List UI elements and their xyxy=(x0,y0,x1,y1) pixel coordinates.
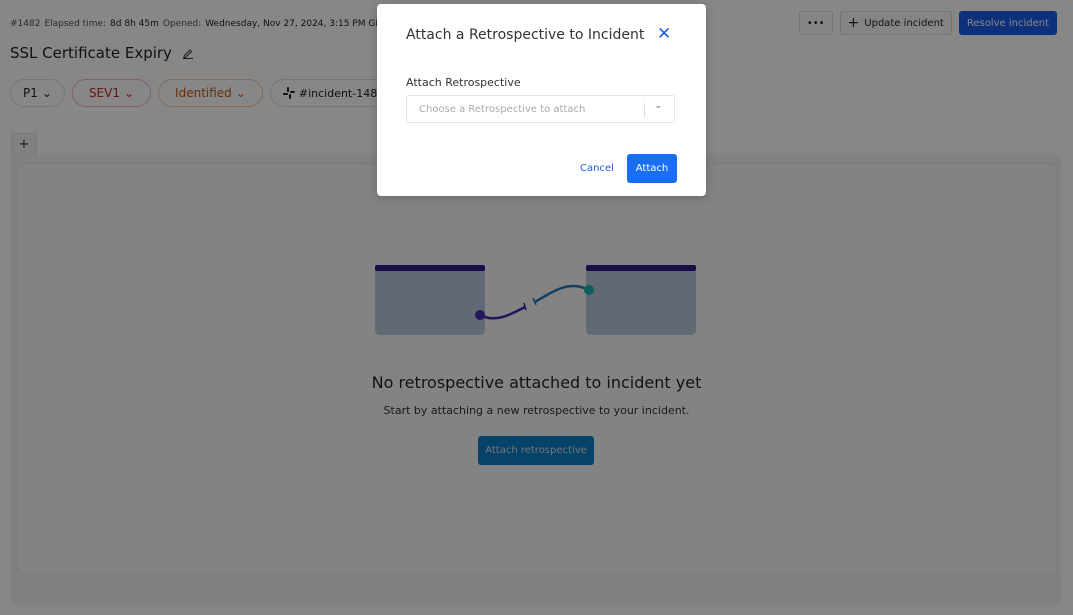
modal-title: Attach a Retrospective to Incident xyxy=(406,27,645,43)
select-divider xyxy=(644,103,645,117)
chevron-down-icon[interactable]: ⌄ xyxy=(654,101,662,111)
retrospective-field-label: Attach Retrospective xyxy=(406,76,521,89)
select-placeholder: Choose a Retrospective to attach xyxy=(419,103,586,115)
cancel-button[interactable]: Cancel xyxy=(580,163,614,174)
retrospective-select[interactable]: Choose a Retrospective to attach ⌄ xyxy=(406,95,675,123)
close-icon[interactable]: ✕ xyxy=(657,24,671,44)
attach-retrospective-modal: Attach a Retrospective to Incident ✕ Att… xyxy=(377,4,706,196)
attach-button[interactable]: Attach xyxy=(627,154,677,183)
